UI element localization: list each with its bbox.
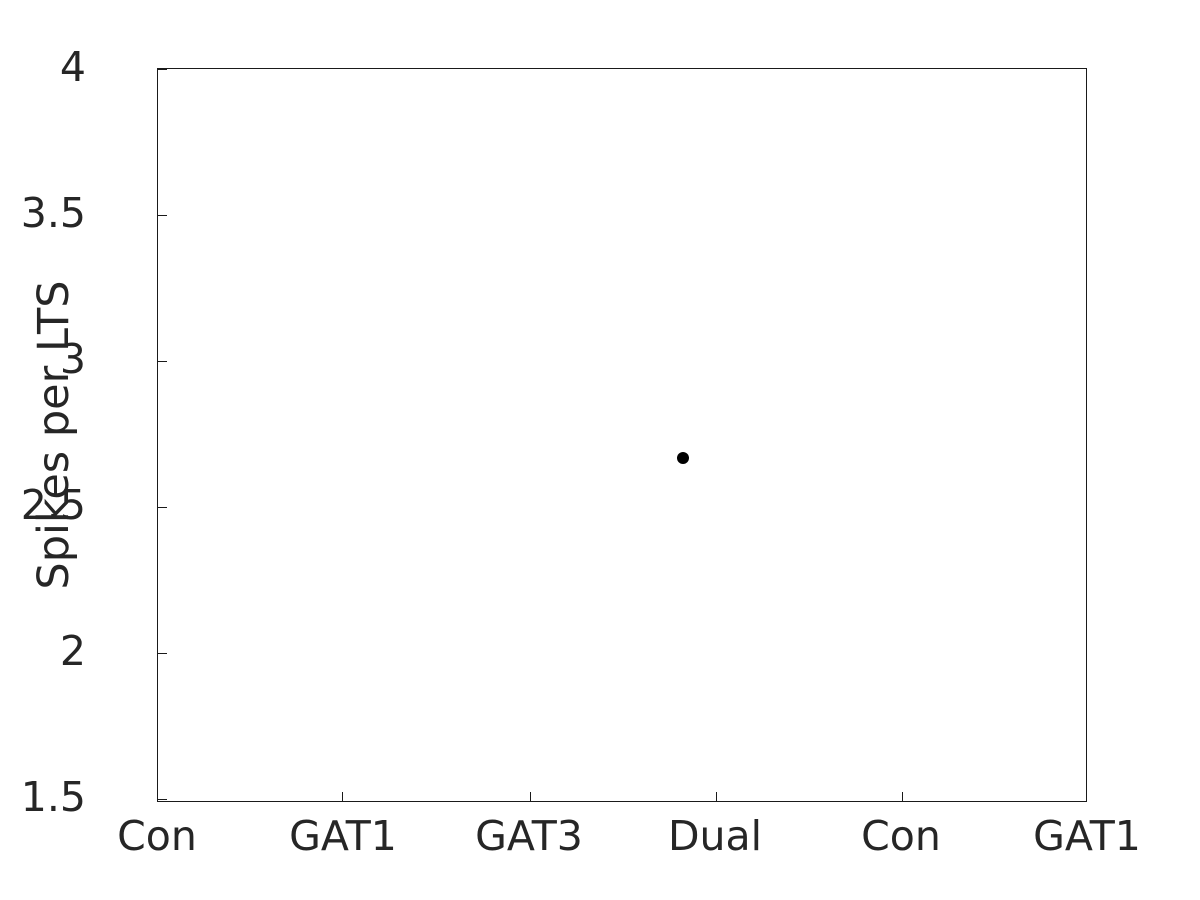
plot-area [157, 68, 1087, 802]
data-point-dual[interactable] [677, 452, 690, 465]
x-tick-label-6: GAT1 [1033, 812, 1141, 860]
y-tick-label-3: 3 [59, 335, 86, 383]
y-tick-label-2-5: 2.5 [20, 481, 86, 529]
y-tick-label-4: 4 [59, 43, 86, 91]
figure-canvas: Spikes per LTS 4 3.5 3 2.5 2 1.5 Con GAT… [0, 0, 1200, 900]
data-layer [158, 69, 1086, 801]
y-tick-label-3-5: 3.5 [20, 189, 86, 237]
y-tick-label-2: 2 [59, 627, 86, 675]
y-axis-label: Spikes per LTS [29, 280, 79, 590]
